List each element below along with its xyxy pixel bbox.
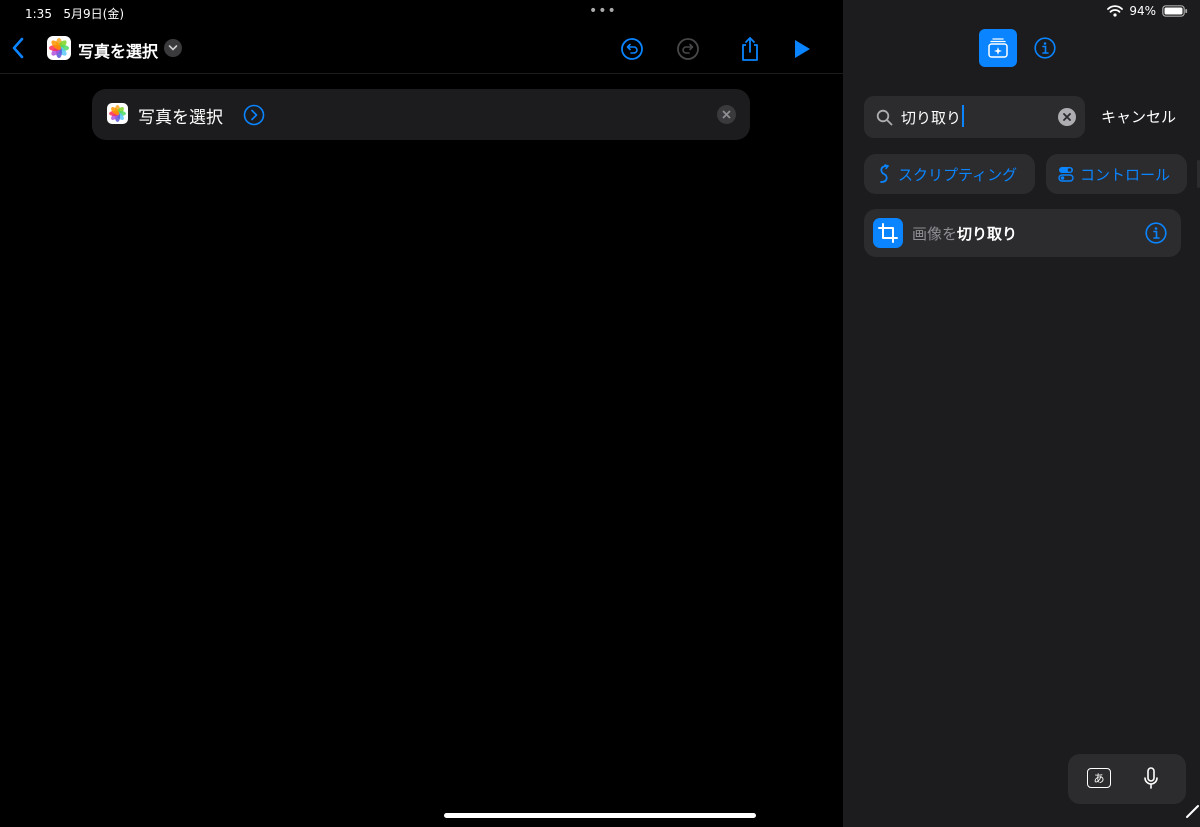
- action-card-select-photos[interactable]: 写真を選択: [92, 89, 750, 140]
- tab-details[interactable]: [1034, 37, 1056, 63]
- run-button[interactable]: [793, 39, 811, 63]
- close-circle-icon: [1058, 108, 1076, 126]
- shortcut-title[interactable]: 写真を選択: [78, 38, 158, 62]
- chevron-right-circle-icon: [243, 104, 265, 126]
- toolbar-divider: [0, 73, 843, 74]
- crop-icon: [878, 223, 898, 243]
- search-result-crop-image[interactable]: 画像を切り取り: [864, 209, 1181, 257]
- pencil-icon[interactable]: [1186, 803, 1200, 822]
- status-right: 94%: [1107, 4, 1188, 18]
- text-caret: [962, 105, 964, 127]
- multitasking-dots[interactable]: •••: [589, 3, 617, 19]
- result-info-button[interactable]: [1145, 222, 1167, 248]
- info-icon: [1145, 222, 1167, 244]
- result-label: 画像を切り取り: [912, 223, 1017, 244]
- photos-app-icon: [107, 103, 128, 124]
- photos-app-icon: [47, 36, 71, 60]
- info-icon: [1034, 37, 1056, 59]
- dictation-button[interactable]: [1143, 767, 1159, 795]
- cancel-search-button[interactable]: キャンセル: [1101, 106, 1176, 127]
- redo-icon: [677, 38, 699, 60]
- chevron-down-icon: [168, 45, 178, 51]
- battery-icon: [1162, 5, 1188, 17]
- status-date-value: 5月9日(金): [63, 7, 125, 21]
- category-chip-label: スクリプティング: [898, 165, 1018, 184]
- search-field[interactable]: 切り取り: [864, 96, 1085, 138]
- actions-sidebar: 94% 切り取り キャンセル スクリプティング コントロール 画像を切り取り: [843, 0, 1200, 827]
- action-library-icon: [988, 38, 1008, 58]
- battery-percent: 94%: [1129, 4, 1156, 18]
- category-chip-control[interactable]: コントロール: [1046, 154, 1187, 194]
- action-expand-button[interactable]: [243, 104, 265, 130]
- input-mode-label: あ: [1093, 772, 1105, 785]
- wifi-icon: [1107, 5, 1124, 17]
- clear-search-button[interactable]: [1058, 108, 1076, 130]
- search-input-value[interactable]: 切り取り: [901, 107, 961, 128]
- redo-button[interactable]: [676, 37, 700, 65]
- input-mode-button[interactable]: あ: [1087, 768, 1111, 788]
- undo-button[interactable]: [620, 37, 644, 65]
- tab-action-library[interactable]: [979, 29, 1017, 67]
- control-icon: [1058, 167, 1074, 182]
- result-label-match: 切り取り: [957, 225, 1018, 243]
- share-icon: [742, 37, 758, 61]
- keyboard-accessory-bar: あ: [1068, 754, 1186, 804]
- share-button[interactable]: [738, 35, 762, 67]
- editor-pane: 1:35 5月9日(金) ••• 写真を選択 写真を選択: [0, 0, 843, 827]
- undo-icon: [621, 38, 643, 60]
- close-circle-icon: [717, 105, 736, 124]
- status-time: 1:35 5月9日(金): [25, 5, 124, 22]
- action-card-label: 写真を選択: [138, 108, 223, 128]
- play-icon: [795, 40, 810, 58]
- result-icon-tile: [873, 218, 903, 248]
- title-menu-button[interactable]: [164, 39, 182, 57]
- chevron-left-icon: [12, 37, 24, 59]
- status-time-value: 1:35: [25, 7, 52, 21]
- microphone-icon: [1144, 767, 1158, 789]
- search-icon: [876, 109, 893, 126]
- remove-action-button[interactable]: [717, 105, 736, 128]
- category-chip-scripting[interactable]: スクリプティング: [864, 154, 1035, 194]
- result-label-prefix: 画像を: [912, 225, 958, 243]
- category-chip-label: コントロール: [1080, 165, 1171, 184]
- scripting-icon: [880, 164, 890, 183]
- back-button[interactable]: [10, 36, 26, 64]
- home-indicator[interactable]: [444, 813, 756, 818]
